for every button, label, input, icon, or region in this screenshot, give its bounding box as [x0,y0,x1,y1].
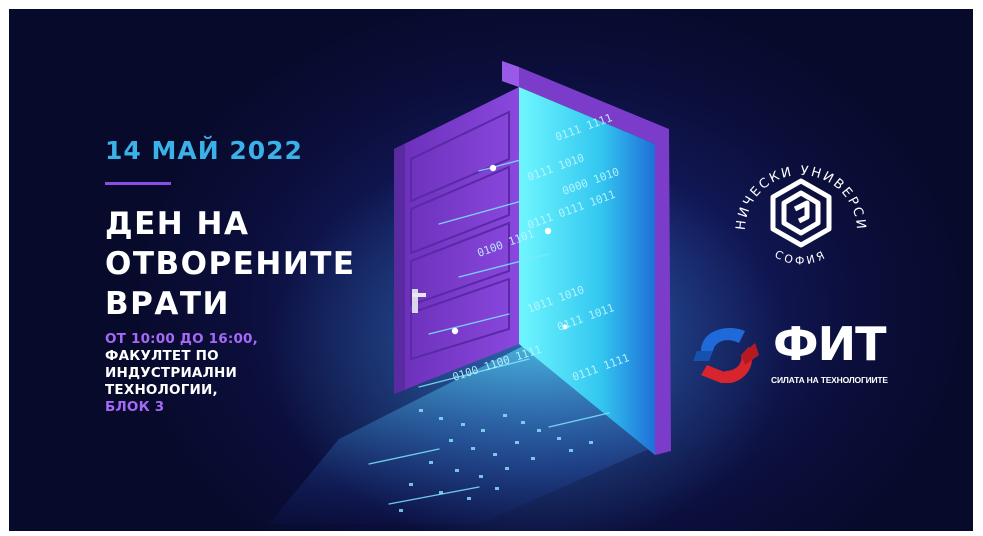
technical-university-logo: ТЕХНИЧЕСКИ УНИВЕРСИТЕТ СОФИЯ [721,139,866,268]
place-line: ТЕХНОЛОГИИ, [105,382,218,398]
fit-emblem [693,327,759,383]
divider [105,182,171,185]
place-line: ФАКУЛТЕТ ПО [105,348,219,364]
svg-text:СОФИЯ: СОФИЯ [773,248,830,268]
event-details: ОТ 10:00 ДО 16:00, ФАКУЛТЕТ ПО ИНДУСТРИА… [105,331,345,416]
event-block: БЛОК 3 [105,399,165,415]
place-line: ИНДУСТРИАЛНИ [105,365,237,381]
event-date: 14 МАЙ 2022 [105,136,303,165]
title-line: ДЕН НА [105,206,250,242]
event-title: ДЕН НА ОТВОРЕНИТЕ ВРАТИ [105,204,405,324]
title-line: ВРАТИ [105,286,230,322]
title-line: ОТВОРЕНИТЕ [105,246,356,282]
event-time: ОТ 10:00 ДО 16:00, [105,331,258,347]
university-emblem [770,178,832,248]
fit-logo: ФИТ СИЛАТА НА ТЕХНОЛОГИИТЕ [687,317,907,397]
fit-tagline: СИЛАТА НА ТЕХНОЛОГИИТЕ [771,375,888,385]
open-day-banner: 0111 1111 0111 1010 0000 1010 0111 0111 … [9,9,973,531]
fit-name: ФИТ [773,317,886,371]
door-handle [412,289,418,313]
university-city: СОФИЯ [773,248,827,268]
